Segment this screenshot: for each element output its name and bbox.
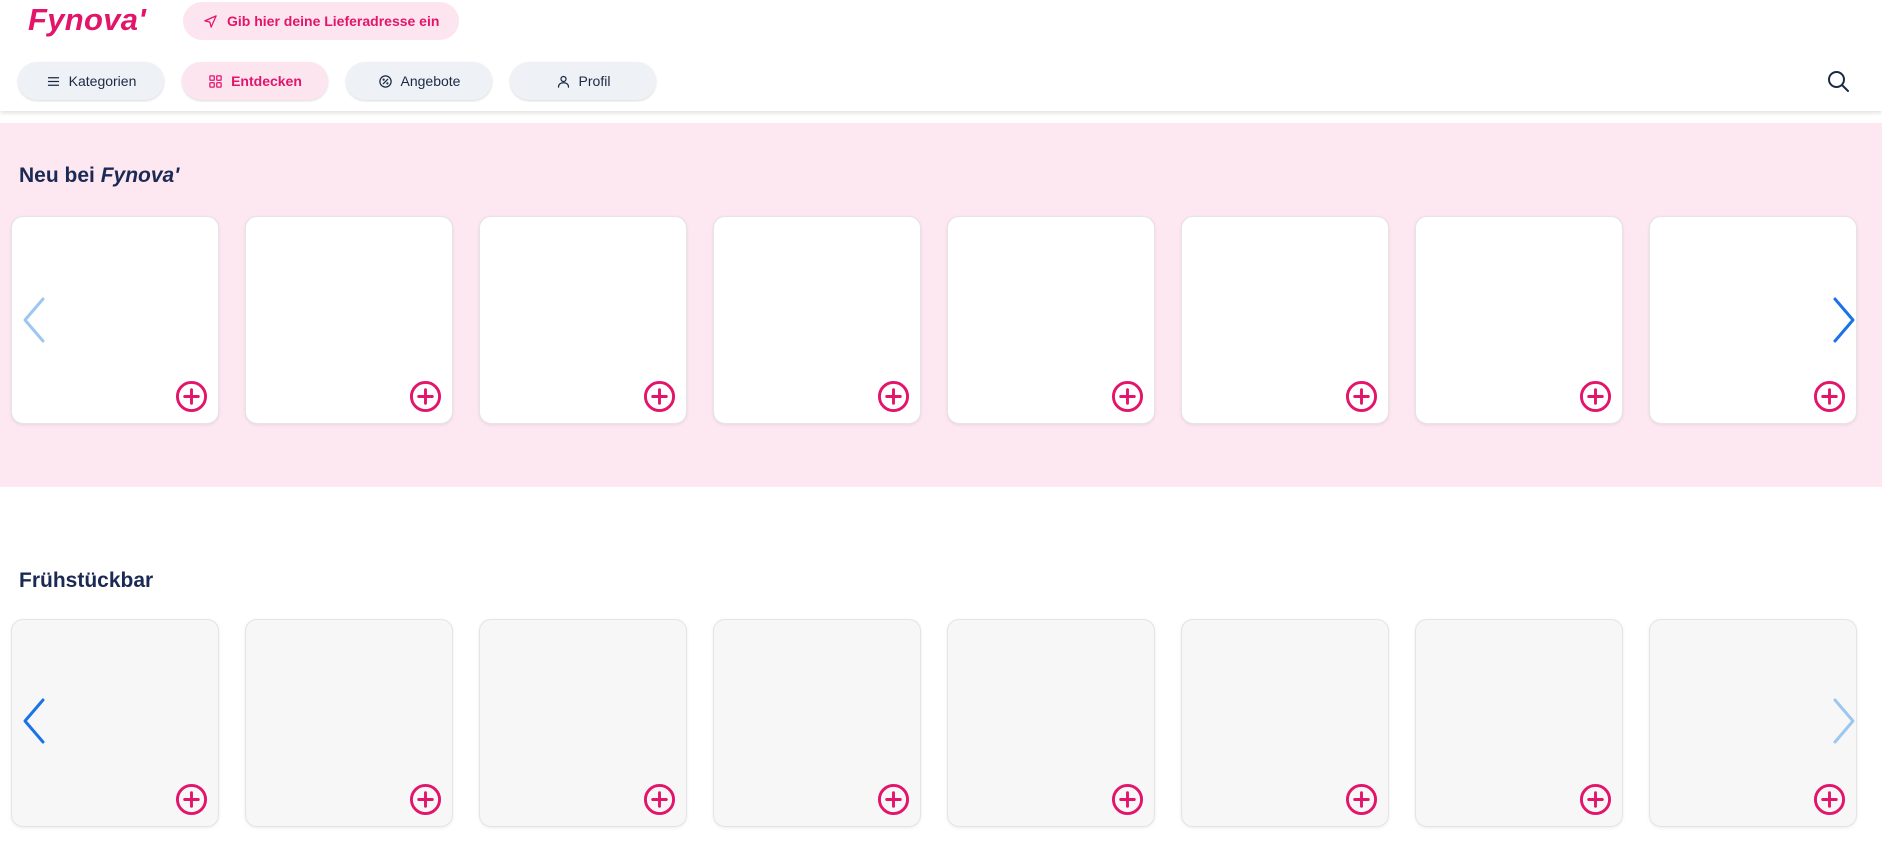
grid-icon [209, 74, 222, 88]
nav-angebote-label: Angebote [400, 73, 461, 89]
chevron-left-icon [23, 698, 45, 744]
product-card[interactable] [1181, 216, 1389, 424]
add-circle-icon[interactable] [1111, 783, 1144, 816]
product-card[interactable] [245, 619, 453, 827]
carousel-next-button[interactable] [1828, 696, 1858, 746]
add-circle-icon[interactable] [1813, 783, 1846, 816]
add-circle-icon[interactable] [877, 783, 910, 816]
carousel-next-button[interactable] [1828, 295, 1858, 345]
nav-profil-button[interactable]: Profil [510, 62, 656, 100]
add-circle-icon[interactable] [409, 783, 442, 816]
product-card[interactable] [1415, 216, 1623, 424]
discount-icon [378, 74, 392, 88]
nav-kategorien-button[interactable]: Kategorien [18, 62, 164, 100]
add-circle-icon[interactable] [643, 380, 676, 413]
nav-profil-label: Profil [578, 73, 611, 89]
add-circle-icon[interactable] [1111, 380, 1144, 413]
product-card[interactable] [947, 619, 1155, 827]
add-circle-icon[interactable] [409, 380, 442, 413]
add-circle-icon[interactable] [1579, 380, 1612, 413]
carousel-prev-button[interactable] [20, 696, 50, 746]
chevron-right-icon [1833, 297, 1855, 343]
menu-icon [47, 76, 59, 86]
section-title-fruehstueckbar: Frühstückbar [19, 569, 154, 592]
section-neu-bei: Neu bei Fynova' [0, 123, 1882, 487]
chevron-right-icon [1833, 698, 1855, 744]
nav-kategorien-label: Kategorien [68, 73, 137, 89]
product-card[interactable] [1649, 619, 1857, 827]
logo[interactable]: Fynova' [28, 2, 146, 38]
product-card[interactable] [713, 619, 921, 827]
product-card[interactable] [947, 216, 1155, 424]
section-title-prefix: Neu bei [19, 164, 95, 187]
delivery-address-label: Gib hier deine Lieferadresse ein [227, 13, 440, 29]
nav-angebote-button[interactable]: Angebote [346, 62, 492, 100]
add-circle-icon[interactable] [175, 783, 208, 816]
section-title-brand: Fynova' [100, 164, 180, 187]
product-card[interactable] [713, 216, 921, 424]
header: Fynova' Gib hier deine Lieferadresse ein… [0, 0, 1882, 111]
main-nav: Kategorien Entdecken Angebote Profil [18, 62, 656, 100]
add-circle-icon[interactable] [1813, 380, 1846, 413]
product-card[interactable] [1181, 619, 1389, 827]
product-carousel [11, 216, 1857, 424]
add-circle-icon[interactable] [643, 783, 676, 816]
add-circle-icon[interactable] [1579, 783, 1612, 816]
add-circle-icon[interactable] [1345, 380, 1378, 413]
navigation-arrow-icon [204, 14, 217, 28]
nav-entdecken-button[interactable]: Entdecken [182, 62, 328, 100]
add-circle-icon[interactable] [1345, 783, 1378, 816]
user-icon [557, 75, 569, 88]
add-circle-icon[interactable] [175, 380, 208, 413]
section-fruehstueckbar: Frühstückbar [0, 528, 1882, 857]
section-title-neu-bei: Neu bei Fynova' [19, 164, 179, 188]
product-card[interactable] [1415, 619, 1623, 827]
product-carousel [11, 619, 1857, 827]
chevron-left-icon [23, 297, 45, 343]
product-card[interactable] [245, 216, 453, 424]
carousel-prev-button[interactable] [20, 295, 50, 345]
nav-entdecken-label: Entdecken [231, 73, 302, 89]
delivery-address-button[interactable]: Gib hier deine Lieferadresse ein [183, 2, 460, 40]
product-card[interactable] [1649, 216, 1857, 424]
product-card[interactable] [479, 619, 687, 827]
search-icon[interactable] [1826, 69, 1850, 93]
product-card[interactable] [479, 216, 687, 424]
add-circle-icon[interactable] [877, 380, 910, 413]
